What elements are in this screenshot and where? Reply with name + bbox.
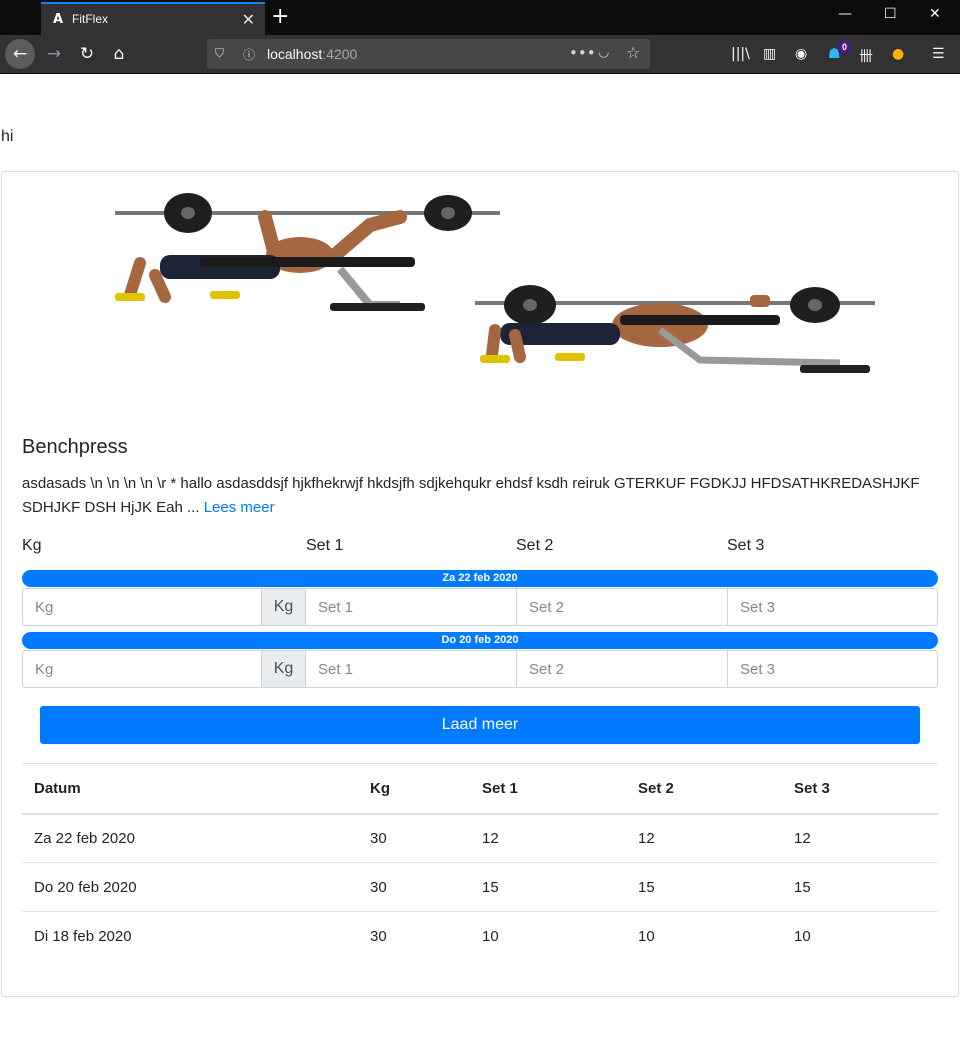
- history-table: Datum Kg Set 1 Set 2 Set 3 Za 22 feb 202…: [22, 763, 938, 961]
- toolbar-icon[interactable]: 卌: [859, 46, 873, 66]
- table-cell: Di 18 feb 2020: [34, 927, 132, 945]
- table-cell: Do 20 feb 2020: [22, 862, 358, 912]
- set1-input[interactable]: [306, 588, 517, 626]
- browser-nav-bar: ← → ↻ ⌂ ⛉ ⓘ localhost:4200 ••• ◡ ☆ |||\ …: [0, 35, 960, 74]
- kg-input[interactable]: [22, 588, 262, 626]
- header-set1: Set 1: [306, 537, 344, 554]
- greeting-text: hi: [1, 128, 14, 145]
- menu-icon[interactable]: ☰: [932, 46, 945, 62]
- new-tab-icon[interactable]: +: [271, 4, 289, 29]
- header-set3: Set 3: [727, 537, 765, 554]
- table-row: Za 22 feb 2020 30 12 12 12: [22, 813, 938, 863]
- kg-unit-addon: Kg: [261, 650, 306, 688]
- forward-arrow-icon[interactable]: →: [39, 39, 69, 69]
- info-icon[interactable]: ⓘ: [243, 46, 255, 63]
- exercise-description: asdasads \n \n \n \n \r * hallo asdasdds…: [22, 472, 922, 520]
- table-cell: 12: [626, 813, 782, 863]
- sidebar-icon[interactable]: ▥: [763, 46, 776, 62]
- table-cell: 12: [470, 813, 626, 863]
- reload-icon[interactable]: ↻: [72, 39, 102, 69]
- browser-tab[interactable]: A FitFlex ✕: [41, 2, 265, 35]
- pocket-icon[interactable]: ◡: [598, 45, 609, 60]
- back-arrow-icon[interactable]: ←: [5, 39, 35, 69]
- table-cell: 10: [794, 927, 811, 945]
- close-window-icon[interactable]: ✕: [929, 6, 941, 22]
- read-more-link[interactable]: Lees meer: [204, 499, 275, 516]
- table-cell: 30: [370, 927, 387, 945]
- load-more-button[interactable]: Laad meer: [40, 706, 920, 744]
- set1-input[interactable]: [306, 650, 517, 688]
- table-row: Do 20 feb 2020 30 15 15 15: [22, 862, 938, 912]
- angular-favicon-icon: A: [53, 12, 64, 27]
- header-kg: Kg: [22, 537, 42, 554]
- set2-input[interactable]: [516, 650, 728, 688]
- close-tab-icon[interactable]: ✕: [242, 10, 255, 29]
- star-icon[interactable]: ☆: [626, 43, 640, 62]
- column-header: Set 2: [626, 763, 782, 815]
- account-icon[interactable]: ◉: [795, 46, 807, 62]
- column-header: Kg: [358, 763, 470, 815]
- set2-input[interactable]: [516, 588, 728, 626]
- table-header-row: Datum Kg Set 1 Set 2 Set 3: [22, 763, 938, 815]
- table-row: Di 18 feb 2020 30 10 10 10: [22, 912, 938, 961]
- column-header: Set 1: [470, 763, 626, 815]
- date-badge: Za 22 feb 2020: [22, 570, 938, 587]
- color-icon[interactable]: ●: [892, 46, 904, 62]
- library-icon[interactable]: |||\: [731, 46, 750, 62]
- entry-input-row: Kg: [22, 588, 938, 626]
- table-cell: 30: [358, 813, 470, 863]
- table-cell: 10: [638, 927, 655, 945]
- extension-badge: 0: [838, 41, 851, 54]
- more-icon[interactable]: •••: [569, 44, 596, 62]
- kg-unit-addon: Kg: [261, 588, 306, 626]
- table-cell: 12: [782, 813, 938, 863]
- table-cell: 10: [482, 927, 499, 945]
- table-cell: Za 22 feb 2020: [22, 813, 358, 863]
- kg-input[interactable]: [22, 650, 262, 688]
- url-text[interactable]: localhost:4200: [267, 46, 357, 62]
- table-cell: 30: [358, 862, 470, 912]
- set3-input[interactable]: [727, 588, 938, 626]
- benchpress-illustration: [115, 193, 875, 373]
- exercise-title: Benchpress: [22, 436, 128, 458]
- url-port: :4200: [322, 46, 358, 62]
- url-bar[interactable]: ⛉ ⓘ localhost:4200 ••• ◡ ☆: [207, 39, 650, 69]
- home-icon[interactable]: ⌂: [104, 39, 134, 69]
- set3-input[interactable]: [727, 650, 938, 688]
- browser-tab-bar: A FitFlex ✕ + — ☐ ✕: [0, 0, 960, 35]
- header-set2: Set 2: [516, 537, 554, 554]
- date-badge: Do 20 feb 2020: [22, 632, 938, 649]
- column-header: Set 3: [782, 763, 938, 815]
- table-cell: 15: [626, 862, 782, 912]
- table-cell: 15: [782, 862, 938, 912]
- maximize-window-icon[interactable]: ☐: [884, 6, 897, 22]
- exercise-description-text: asdasads \n \n \n \n \r * hallo asdasdds…: [22, 475, 920, 516]
- tab-title: FitFlex: [72, 12, 108, 26]
- entry-input-row: Kg: [22, 650, 938, 688]
- shield-icon[interactable]: ⛉: [215, 46, 224, 61]
- column-header: Datum: [22, 763, 358, 815]
- minimize-window-icon[interactable]: —: [838, 6, 852, 22]
- url-host: localhost: [267, 46, 323, 62]
- table-cell: 15: [470, 862, 626, 912]
